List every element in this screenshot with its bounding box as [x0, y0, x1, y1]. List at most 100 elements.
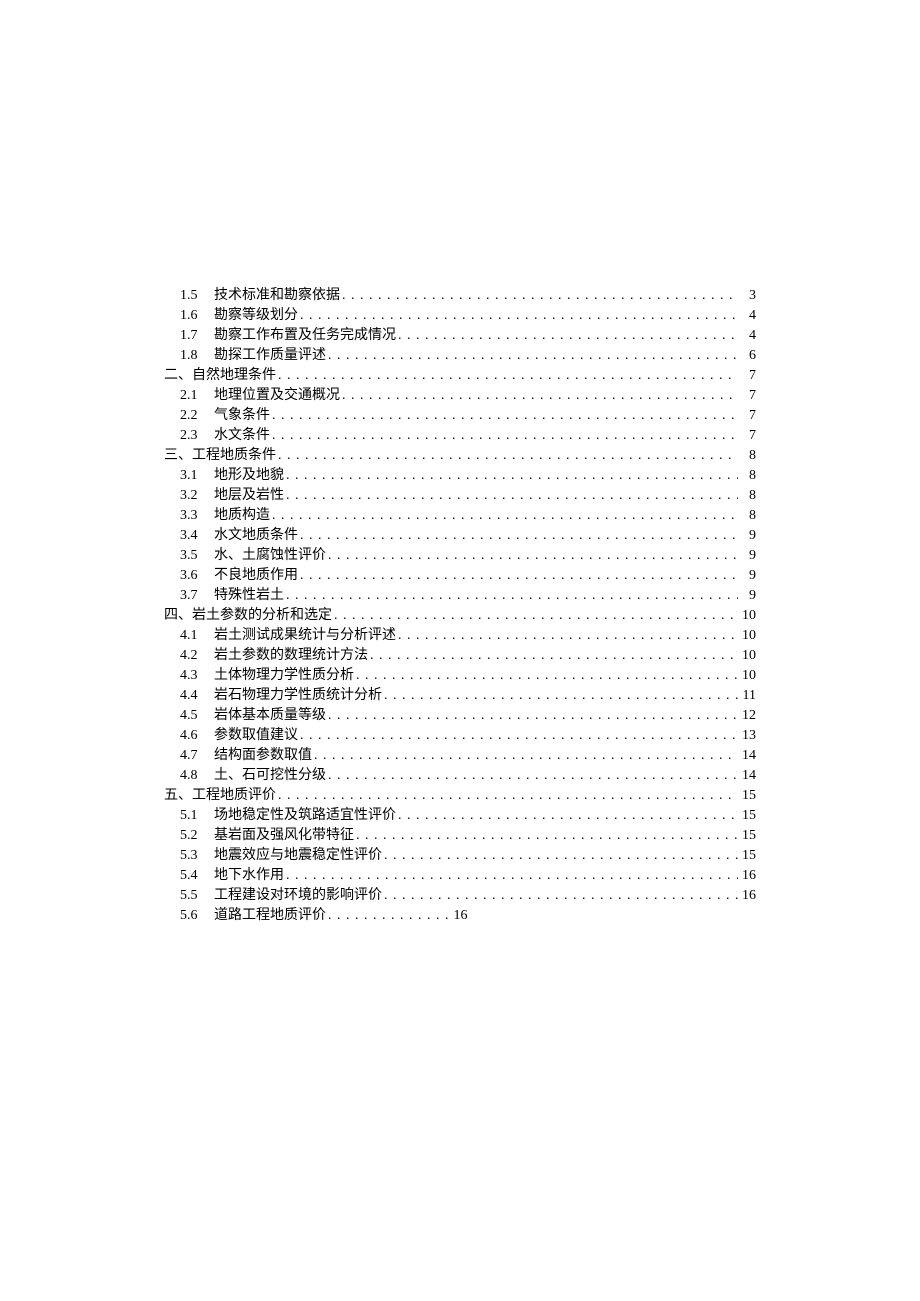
toc-entry-number: 四、 — [164, 606, 192, 626]
toc-entry-title: 岩土测试成果统计与分析评述 — [214, 626, 396, 646]
toc-entry: 4.1岩土测试成果统计与分析评述. . . . . . . . . . . . … — [164, 626, 756, 646]
toc-entry-number: 1.8 — [164, 346, 214, 366]
toc-entry: 4.2岩土参数的数理统计方法. . . . . . . . . . . . . … — [164, 646, 756, 666]
toc-entry-title: 岩土参数的数理统计方法 — [214, 646, 368, 666]
toc-entry-page: 10 — [740, 646, 756, 666]
table-of-contents: 1.5技术标准和勘察依据. . . . . . . . . . . . . . … — [164, 286, 756, 926]
toc-entry-title: 技术标准和勘察依据 — [214, 286, 340, 306]
toc-entry-title: 岩石物理力学性质统计分析 — [214, 686, 382, 706]
toc-entry-page: 3 — [740, 286, 756, 306]
toc-entry-title: 场地稳定性及筑路适宜性评价 — [214, 806, 396, 826]
toc-entry-number: 4.8 — [164, 766, 214, 786]
toc-entry-page: 9 — [740, 586, 756, 606]
toc-entry: 2.2气象条件. . . . . . . . . . . . . . . . .… — [164, 406, 756, 426]
toc-leader-dots: . . . . . . . . . . . . . . . . . . . . … — [272, 506, 738, 526]
toc-entry-number: 3.4 — [164, 526, 214, 546]
toc-entry-number: 3.2 — [164, 486, 214, 506]
toc-entry: 5.5工程建设对环境的影响评价. . . . . . . . . . . . .… — [164, 886, 756, 906]
toc-entry: 三、工程地质条件 . . . . . . . . . . . . . . . .… — [164, 446, 756, 466]
toc-entry-page: 8 — [740, 506, 756, 526]
toc-entry-page: 10 — [740, 626, 756, 646]
toc-entry-number: 5.3 — [164, 846, 214, 866]
toc-entry: 二、自然地理条件 . . . . . . . . . . . . . . . .… — [164, 366, 756, 386]
toc-entry-title: 勘探工作质量评述 — [214, 346, 326, 366]
toc-entry: 3.2地层及岩性. . . . . . . . . . . . . . . . … — [164, 486, 756, 506]
toc-entry-title: 地形及地貌 — [214, 466, 284, 486]
toc-entry: 3.7特殊性岩土. . . . . . . . . . . . . . . . … — [164, 586, 756, 606]
toc-entry: 四、岩土参数的分析和选定 . . . . . . . . . . . . . .… — [164, 606, 756, 626]
toc-entry-page: 16 — [740, 886, 756, 906]
toc-entry-title: 水文地质条件 — [214, 526, 298, 546]
toc-entry-title: 土、石可挖性分级 — [214, 766, 326, 786]
toc-leader-dots: . . . . . . . . . . . . . . . . . . . . … — [286, 586, 738, 606]
toc-leader-dots: . . . . . . . . . . . . . . . . . . . . … — [342, 386, 738, 406]
toc-leader-dots: . . . . . . . . . . . . . . . . . . . . … — [384, 686, 738, 706]
toc-entry-page: 15 — [740, 826, 756, 846]
toc-entry-title: 工程建设对环境的影响评价 — [214, 886, 382, 906]
toc-entry: 1.8勘探工作质量评述. . . . . . . . . . . . . . .… — [164, 346, 756, 366]
toc-entry-title: 水、土腐蚀性评价 — [214, 546, 326, 566]
toc-entry-number: 2.2 — [164, 406, 214, 426]
toc-entry-title: 工程地质评价 — [192, 786, 276, 806]
toc-leader-dots: . . . . . . . . . . . . . . . . . . . . … — [278, 786, 738, 806]
toc-entry-number: 4.6 — [164, 726, 214, 746]
toc-entry-page: 8 — [740, 486, 756, 506]
toc-leader-dots: . . . . . . . . . . . . . . . . . . . . … — [314, 746, 738, 766]
toc-entry-number: 4.3 — [164, 666, 214, 686]
toc-entry-number: 3.6 — [164, 566, 214, 586]
toc-leader-dots: . . . . . . . . . . . . . . — [328, 906, 450, 926]
toc-entry-page: 9 — [740, 526, 756, 546]
toc-leader-dots: . . . . . . . . . . . . . . . . . . . . … — [398, 626, 738, 646]
toc-entry: 3.1地形及地貌. . . . . . . . . . . . . . . . … — [164, 466, 756, 486]
toc-entry: 5.2基岩面及强风化带特征. . . . . . . . . . . . . .… — [164, 826, 756, 846]
toc-entry-title: 自然地理条件 — [192, 366, 276, 386]
toc-entry-number: 5.2 — [164, 826, 214, 846]
toc-entry: 5.1场地稳定性及筑路适宜性评价. . . . . . . . . . . . … — [164, 806, 756, 826]
toc-leader-dots: . . . . . . . . . . . . . . . . . . . . … — [272, 426, 738, 446]
toc-entry-number: 2.3 — [164, 426, 214, 446]
toc-entry-number: 3.5 — [164, 546, 214, 566]
toc-entry: 2.1地理位置及交通概况. . . . . . . . . . . . . . … — [164, 386, 756, 406]
toc-entry-title: 工程地质条件 — [192, 446, 276, 466]
toc-entry-page: 15 — [740, 806, 756, 826]
toc-entry-title: 勘察工作布置及任务完成情况 — [214, 326, 396, 346]
toc-leader-dots: . . . . . . . . . . . . . . . . . . . . … — [300, 526, 738, 546]
toc-entry-number: 二、 — [164, 366, 192, 386]
toc-entry: 5.4地下水作用. . . . . . . . . . . . . . . . … — [164, 866, 756, 886]
toc-entry-page: 16 — [740, 866, 756, 886]
toc-entry-page: 7 — [740, 426, 756, 446]
toc-leader-dots: . . . . . . . . . . . . . . . . . . . . … — [356, 666, 738, 686]
toc-entry-page: 15 — [740, 786, 756, 806]
toc-entry-title: 基岩面及强风化带特征 — [214, 826, 354, 846]
toc-leader-dots: . . . . . . . . . . . . . . . . . . . . … — [300, 306, 738, 326]
toc-leader-dots: . . . . . . . . . . . . . . . . . . . . … — [272, 406, 738, 426]
toc-entry-title: 不良地质作用 — [214, 566, 298, 586]
toc-leader-dots: . . . . . . . . . . . . . . . . . . . . … — [286, 466, 738, 486]
toc-entry-page: 8 — [740, 446, 756, 466]
toc-entry-title: 水文条件 — [214, 426, 270, 446]
toc-entry-page: 13 — [740, 726, 756, 746]
toc-entry: 5.3地震效应与地震稳定性评价. . . . . . . . . . . . .… — [164, 846, 756, 866]
toc-entry-page: 16 — [452, 906, 468, 926]
toc-entry: 4.5岩体基本质量等级. . . . . . . . . . . . . . .… — [164, 706, 756, 726]
toc-entry-page: 14 — [740, 766, 756, 786]
toc-leader-dots: . . . . . . . . . . . . . . . . . . . . … — [278, 366, 738, 386]
toc-entry-number: 三、 — [164, 446, 192, 466]
toc-entry-page: 9 — [740, 546, 756, 566]
toc-entry-page: 8 — [740, 466, 756, 486]
toc-entry-title: 气象条件 — [214, 406, 270, 426]
toc-entry-title: 岩体基本质量等级 — [214, 706, 326, 726]
toc-entry: 3.3地质构造. . . . . . . . . . . . . . . . .… — [164, 506, 756, 526]
toc-leader-dots: . . . . . . . . . . . . . . . . . . . . … — [384, 886, 738, 906]
toc-leader-dots: . . . . . . . . . . . . . . . . . . . . … — [384, 846, 738, 866]
toc-entry-page: 10 — [740, 666, 756, 686]
toc-leader-dots: . . . . . . . . . . . . . . . . . . . . … — [300, 566, 738, 586]
toc-entry-title: 参数取值建议 — [214, 726, 298, 746]
toc-leader-dots: . . . . . . . . . . . . . . . . . . . . … — [342, 286, 738, 306]
toc-entry-number: 3.3 — [164, 506, 214, 526]
toc-entry: 3.4水文地质条件. . . . . . . . . . . . . . . .… — [164, 526, 756, 546]
toc-leader-dots: . . . . . . . . . . . . . . . . . . . . … — [334, 606, 738, 626]
toc-entry-page: 14 — [740, 746, 756, 766]
toc-entry-title: 特殊性岩土 — [214, 586, 284, 606]
toc-leader-dots: . . . . . . . . . . . . . . . . . . . . … — [286, 866, 738, 886]
